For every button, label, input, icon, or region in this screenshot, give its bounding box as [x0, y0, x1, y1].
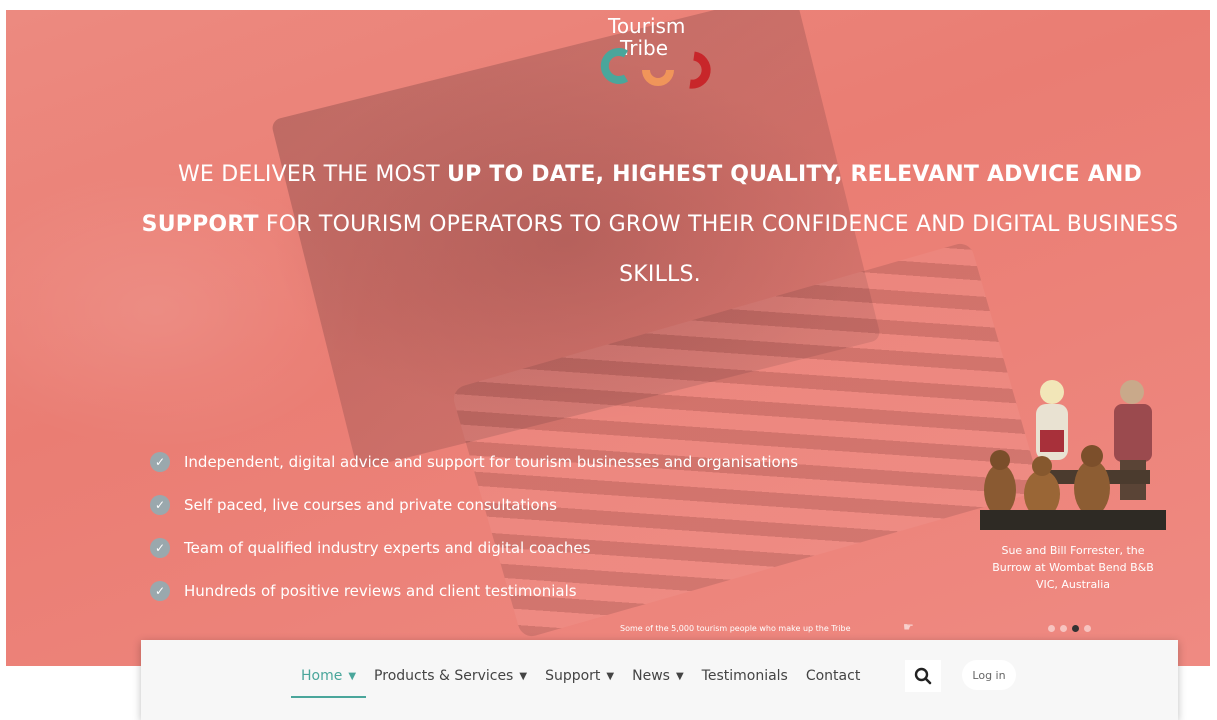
headline-part2: for tourism operators to grow their conf… [258, 212, 1179, 287]
testimonial-caption: Sue and Bill Forrester, the Burrow at Wo… [978, 542, 1168, 593]
check-icon: ✓ [150, 494, 170, 515]
tourism-tribe-logo[interactable]: Tourism Tribe [598, 14, 718, 94]
caption-line1: Sue and Bill Forrester, the [1001, 544, 1145, 557]
feature-text: Independent, digital advice and support … [184, 452, 799, 471]
main-navbar: Home ▼ Products & Services ▼ Support ▼ N… [141, 640, 1178, 720]
feature-text: Self paced, live courses and private con… [184, 495, 557, 514]
slider-dots [1048, 625, 1091, 632]
feature-item: ✓ Independent, digital advice and suppor… [150, 440, 798, 483]
login-button[interactable]: Log in [962, 660, 1016, 690]
hero-headline: We deliver the most up to date, highest … [130, 150, 1190, 300]
feature-item: ✓ Team of qualified industry experts and… [150, 526, 798, 569]
nav-item-home[interactable]: Home ▼ [290, 668, 367, 698]
nav-menu: Home ▼ Products & Services ▼ Support ▼ N… [290, 668, 878, 698]
caption-line2: Burrow at Wombat Bend B&B [992, 561, 1154, 574]
feature-text: Hundreds of positive reviews and client … [184, 581, 577, 600]
tribe-note: Some of the 5,000 tourism people who mak… [620, 624, 851, 633]
chevron-down-icon: ▼ [348, 670, 357, 682]
nav-item-label: Products & Services [374, 668, 514, 684]
feature-text: Team of qualified industry experts and d… [184, 538, 591, 557]
slider-dot[interactable] [1048, 625, 1055, 632]
slider-dot-active[interactable] [1072, 625, 1079, 632]
chevron-down-icon: ▼ [519, 670, 528, 682]
caption-line3: VIC, Australia [1035, 578, 1111, 591]
nav-item-label: Support [545, 668, 601, 684]
nav-item-label: Contact [805, 668, 861, 684]
nav-item-products[interactable]: Products & Services ▼ [374, 668, 527, 684]
search-button[interactable] [905, 660, 941, 692]
nav-item-label: News [632, 668, 670, 684]
check-icon: ✓ [150, 580, 170, 601]
features-list: ✓ Independent, digital advice and suppor… [150, 440, 798, 612]
nav-item-contact[interactable]: Contact [806, 668, 860, 684]
nav-item-news[interactable]: News ▼ [632, 668, 684, 684]
logo-shapes-icon [600, 48, 711, 89]
feature-item: ✓ Hundreds of positive reviews and clien… [150, 569, 798, 612]
headline-part1: We deliver the most [177, 162, 448, 187]
search-icon [914, 667, 932, 685]
nav-item-support[interactable]: Support ▼ [545, 668, 614, 684]
logo-text-line1: Tourism [608, 14, 686, 38]
check-icon: ✓ [150, 537, 170, 558]
slider-dot[interactable] [1084, 625, 1091, 632]
feature-item: ✓ Self paced, live courses and private c… [150, 483, 798, 526]
check-icon: ✓ [150, 451, 170, 472]
hand-pointer-icon: ☛ [903, 620, 914, 634]
testimonial-photo [980, 380, 1166, 530]
slider-dot[interactable] [1060, 625, 1067, 632]
nav-item-label: Testimonials [701, 668, 788, 684]
chevron-down-icon: ▼ [675, 670, 684, 682]
chevron-down-icon: ▼ [606, 670, 615, 682]
nav-item-label: Home [301, 668, 343, 684]
nav-item-testimonials[interactable]: Testimonials [702, 668, 788, 684]
